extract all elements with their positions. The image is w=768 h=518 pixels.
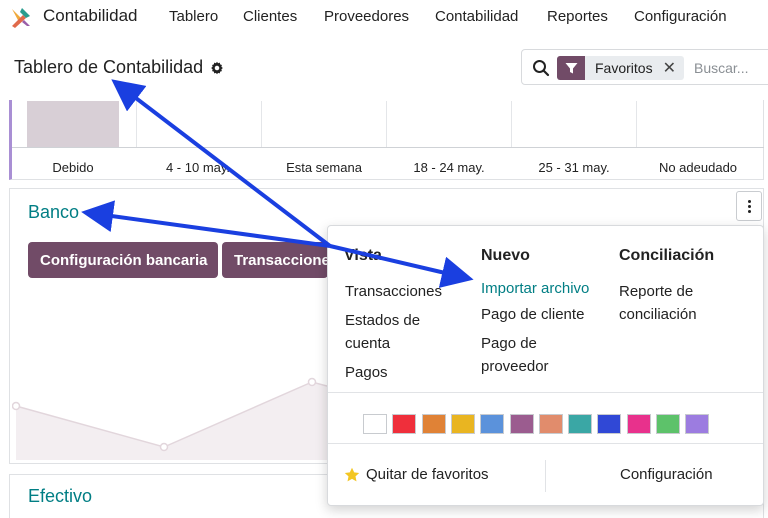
color-swatch[interactable] xyxy=(656,414,680,434)
chart-x-label: 4 - 10 may. xyxy=(165,160,231,175)
star-icon xyxy=(344,467,360,481)
remove-facet-close-icon[interactable]: ✕ xyxy=(659,56,684,80)
cash-card-title[interactable]: Efectivo xyxy=(28,486,92,507)
color-swatch[interactable] xyxy=(509,414,534,434)
color-swatch[interactable] xyxy=(421,414,446,434)
nav-item-proveedores[interactable]: Proveedores xyxy=(324,8,409,25)
footer-divider xyxy=(545,460,546,492)
color-swatch[interactable] xyxy=(597,414,622,434)
menu-item-pago-de-proveedor[interactable]: Pago de proveedor xyxy=(481,332,581,378)
bank-card-title[interactable]: Banco xyxy=(28,202,79,223)
search-facet-favorites[interactable]: Favoritos ✕ xyxy=(557,56,684,80)
color-swatch[interactable] xyxy=(450,414,475,434)
color-swatch[interactable] xyxy=(480,414,505,434)
nav-item-reportes[interactable]: Reportes xyxy=(547,8,608,25)
chart-x-label: 25 - 31 may. xyxy=(538,160,610,175)
chart-x-label: 18 - 24 may. xyxy=(413,160,485,175)
chart-x-label: No adeudado xyxy=(658,160,738,175)
nav-item-clientes[interactable]: Clientes xyxy=(243,8,297,25)
menu-item-reporte-de-conciliacion[interactable]: Reporte de conciliación xyxy=(619,280,719,326)
bank-settings-button[interactable]: Configuración bancaria xyxy=(28,242,218,278)
app-name[interactable]: Contabilidad xyxy=(43,6,138,26)
chart-baseline xyxy=(12,147,764,148)
chart-x-label: Esta semana xyxy=(286,160,362,175)
page-title-row: Tablero de Contabilidad xyxy=(14,57,224,78)
color-swatch[interactable] xyxy=(568,414,593,434)
transactions-button[interactable]: Transacciones xyxy=(222,242,328,278)
facet-label: Favoritos xyxy=(595,60,653,76)
card-settings-button[interactable]: Configuración xyxy=(620,466,713,483)
nav-item-contabilidad[interactable]: Contabilidad xyxy=(435,8,518,25)
search-input[interactable] xyxy=(694,56,768,80)
nav-item-configuracion[interactable]: Configuración xyxy=(634,8,727,25)
menu-header-nuevo: Nuevo xyxy=(481,247,530,264)
page-title: Tablero de Contabilidad xyxy=(14,57,204,77)
search-icon[interactable] xyxy=(532,59,550,77)
bank-balance-line-graph xyxy=(12,377,342,460)
chart-gridline xyxy=(261,101,262,147)
chart-bar-debido xyxy=(27,101,119,148)
card-menu-kebab-icon[interactable] xyxy=(736,191,762,221)
accounting-app-icon[interactable] xyxy=(10,6,32,28)
search-bar[interactable]: Favoritos ✕ xyxy=(521,49,768,85)
color-swatch[interactable] xyxy=(626,414,651,434)
color-swatch[interactable] xyxy=(538,414,563,434)
menu-item-estados-de-cuenta[interactable]: Estados de cuenta xyxy=(345,309,445,355)
menu-item-importar-archivo[interactable]: Importar archivo xyxy=(481,277,611,300)
nav-item-tablero[interactable]: Tablero xyxy=(169,8,218,25)
chart-gridline xyxy=(511,101,512,147)
gear-icon[interactable] xyxy=(210,61,224,75)
card-settings-label: Configuración xyxy=(620,466,713,483)
chart-gridline xyxy=(386,101,387,147)
menu-divider xyxy=(328,443,763,444)
menu-divider xyxy=(328,392,763,393)
top-navbar: Contabilidad Tablero Clientes Proveedore… xyxy=(0,0,768,34)
remove-from-favorites-button[interactable]: Quitar de favoritos xyxy=(344,466,489,483)
menu-item-transacciones[interactable]: Transacciones xyxy=(345,280,470,303)
filter-icon xyxy=(557,56,585,80)
menu-item-pago-de-cliente[interactable]: Pago de cliente xyxy=(481,303,606,326)
menu-header-vista: Vista xyxy=(344,247,382,264)
color-swatch[interactable] xyxy=(392,414,417,434)
color-swatch[interactable] xyxy=(685,414,710,434)
color-swatch[interactable] xyxy=(363,414,387,434)
chart-x-label: Debido xyxy=(52,160,94,175)
remove-from-favorites-label: Quitar de favoritos xyxy=(366,466,489,483)
menu-header-conciliacion: Conciliación xyxy=(619,247,715,264)
menu-item-pagos[interactable]: Pagos xyxy=(345,361,470,384)
chart-gridline xyxy=(136,101,137,147)
chart-gridline xyxy=(636,101,637,147)
